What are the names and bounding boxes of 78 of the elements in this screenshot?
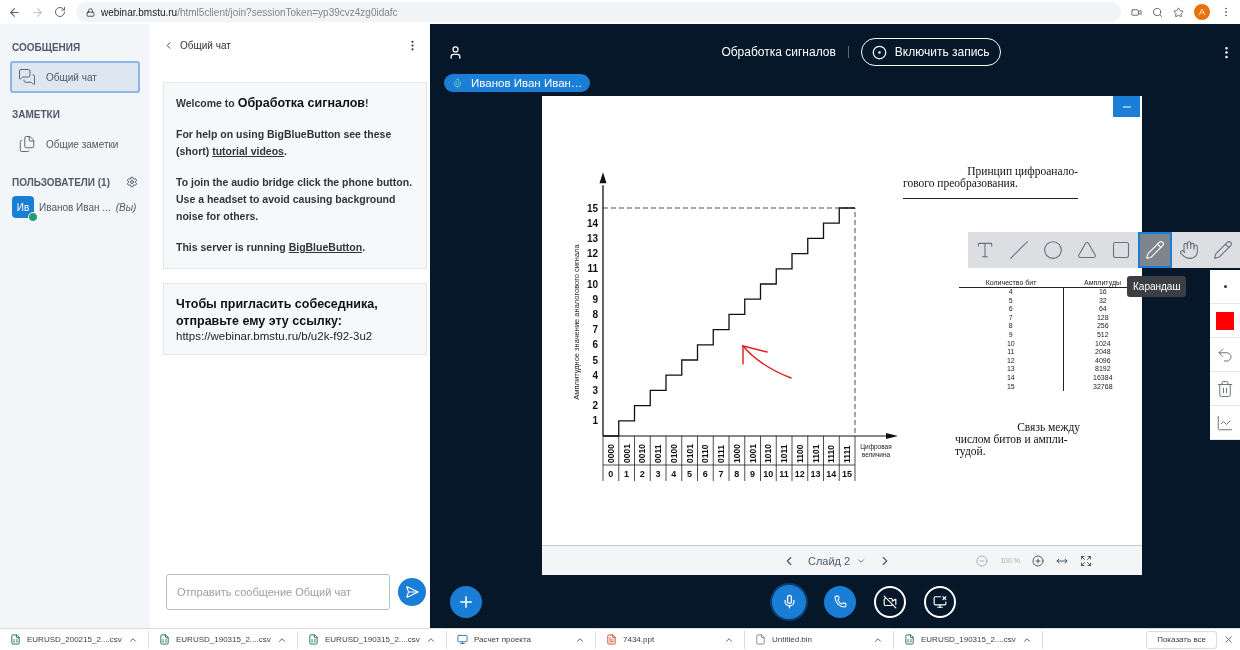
tick-label: 7: [592, 324, 598, 336]
user-item[interactable]: Ив Иванов Иван ... (Вы): [0, 196, 150, 218]
tick-label: 4: [671, 469, 677, 479]
code-label: 1111: [842, 445, 853, 463]
tick-label: 7: [718, 469, 724, 479]
code-label: 0011: [653, 444, 664, 463]
sidebar-item[interactable]: Общий чат: [10, 61, 140, 93]
tick-label: 6: [592, 339, 598, 351]
download-item[interactable]: Untitled.bin: [745, 630, 894, 649]
code-label: 0001: [621, 444, 632, 463]
code-label: 0111: [716, 445, 727, 463]
meeting-title: Обработка сигналов: [721, 45, 836, 59]
tick-label: 11: [779, 469, 789, 479]
tick-label: 10: [763, 469, 774, 479]
tick-label: 5: [592, 354, 598, 366]
tick-label: 12: [586, 248, 598, 260]
tick-label: 1: [592, 415, 598, 427]
tick-label: 2: [592, 400, 598, 412]
address-bar[interactable]: webinar.bmstu.ru/html5client/join?sessionToken=yp39cvz4zg0idafc: [76, 2, 1121, 22]
tick-label: 3: [592, 384, 598, 396]
message-text: To join the audio bridge click the phone button. Use a headset to avoid causing background noise for others.: [176, 175, 414, 224]
tick-label: 15: [842, 469, 853, 479]
tick-label: 5: [687, 469, 693, 479]
tick-label: 1: [624, 469, 630, 479]
download-item[interactable]: EURUSD_190315_2....csv: [149, 630, 298, 649]
tick-label: 6: [702, 469, 708, 479]
download-item[interactable]: EURUSD_190315_2....csv: [298, 630, 447, 649]
download-item[interactable]: EURUSD_190315_2....csv: [894, 630, 1043, 649]
code-label: 0110: [700, 444, 711, 463]
message-text: For help on using BigBlueButton see these (short) tutorial videos.: [176, 127, 393, 159]
code-label: 0010: [637, 444, 648, 463]
code-label: 1100: [794, 444, 805, 463]
slide-caption: Связь между числом битов и ампли- тудой.: [955, 421, 1080, 458]
tick-label: 9: [750, 469, 756, 479]
slide-selector[interactable]: Слайд 2: [808, 554, 867, 567]
tick-label: 14: [586, 217, 598, 229]
section-title: СООБЩЕНИЯ: [12, 42, 81, 53]
download-item[interactable]: EURUSD_200215_2....csv: [0, 630, 149, 649]
code-label: 1000: [731, 444, 742, 463]
code-label: 1101: [810, 444, 821, 463]
tick-label: 2: [639, 469, 645, 479]
tick-label: 14: [826, 469, 837, 479]
invite-link-text: https://webinar.bmstu.ru/b/u2k-f92-3u2: [176, 330, 374, 342]
sidebar-item[interactable]: Общие заметки: [10, 128, 140, 160]
tick-label: 3: [655, 469, 661, 479]
tick-label: 8: [734, 469, 740, 479]
message-text: This server is running BigBlueButton.: [176, 240, 367, 255]
tick-label: 13: [810, 469, 821, 479]
chat-back-link[interactable]: Общий чат: [163, 39, 231, 51]
tick-label: 8: [592, 308, 598, 320]
code-label: 0000: [605, 444, 616, 463]
talker-indicator: Иванов Иван Иван…: [444, 74, 591, 92]
url-text: webinar.bmstu.ru/html5client/join?sessionToken=yp39cvz4zg0idafc: [101, 6, 398, 18]
code-label: 1011: [779, 444, 790, 463]
message-input[interactable]: Отправить сообщение Общий чат: [166, 574, 390, 610]
code-label: 1110: [826, 445, 837, 463]
message-text: Чтобы пригласить собеседника, отправьте ему эту ссылку:: [176, 296, 379, 330]
section-title: ПОЛЬЗОВАТЕЛИ (1): [12, 176, 110, 188]
message-link[interactable]: tutorial videos: [212, 145, 284, 157]
show-all-button[interactable]: Показать все: [1146, 630, 1217, 649]
tick-label: 15: [586, 202, 598, 214]
code-label: 0100: [668, 444, 679, 463]
code-label: 1001: [747, 444, 758, 463]
code-label: 0101: [684, 444, 695, 463]
tick-label: 9: [592, 293, 598, 305]
message-text: Welcome to Обработка сигналов!: [176, 95, 370, 112]
tick-label: 12: [794, 469, 805, 479]
download-item[interactable]: Расчет проекта: [447, 630, 596, 649]
code-label: 1010: [763, 444, 774, 463]
tick-label: 0: [608, 469, 614, 479]
slide-caption: Принцип цифроанало- гового преобразования.: [903, 165, 1078, 189]
tooltip: Карандаш: [1127, 276, 1187, 297]
download-item[interactable]: 7434.ppt: [596, 630, 745, 649]
tick-label: 10: [586, 278, 598, 290]
tick-label: 13: [586, 232, 598, 244]
tick-label: 11: [587, 263, 598, 275]
tick-label: 4: [592, 369, 598, 381]
section-title: ЗАМЕТКИ: [12, 109, 60, 120]
